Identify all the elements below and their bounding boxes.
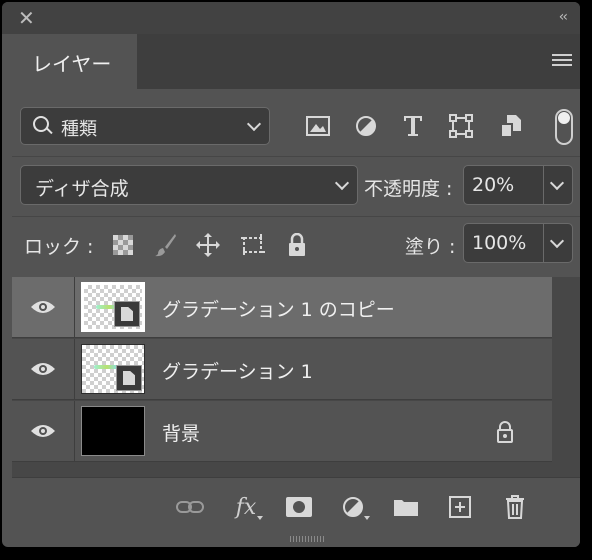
smart-object-badge-icon [114, 301, 140, 327]
collapse-icon[interactable]: ‹‹ [559, 9, 568, 25]
lock-all-icon[interactable] [284, 232, 310, 258]
group-icon[interactable] [391, 492, 421, 522]
filter-kind-select[interactable]: 種類 [20, 107, 270, 145]
layer-name[interactable]: 背景 [162, 419, 200, 446]
adjustment-filter-icon[interactable] [353, 113, 379, 139]
type-filter-icon[interactable] [400, 113, 426, 139]
layer-lock-icon [497, 421, 513, 443]
opacity-value[interactable]: 20% [472, 174, 514, 196]
smart-object-filter-icon[interactable] [498, 113, 524, 139]
fill-label: 塗り : [405, 236, 456, 258]
chevron-down-icon[interactable] [549, 233, 565, 249]
chevron-down-icon [246, 116, 262, 132]
fill-field[interactable]: 100% [463, 223, 573, 263]
fill-value[interactable]: 100% [472, 232, 526, 254]
lock-artboard-icon[interactable] [240, 232, 266, 258]
tab-layers[interactable]: レイヤー [12, 34, 137, 89]
close-icon[interactable]: ✕ [18, 8, 35, 28]
blend-mode-value: ディザ合成 [35, 178, 129, 200]
lock-label: ロック : [24, 236, 94, 258]
image-filter-icon[interactable] [305, 113, 331, 139]
chevron-down-icon [334, 175, 350, 191]
new-layer-icon[interactable] [445, 492, 475, 522]
fx-icon[interactable]: fx [231, 492, 263, 522]
blend-mode-select[interactable]: ディザ合成 [20, 165, 358, 205]
tab-strip: レイヤー [12, 34, 580, 89]
panel-titlebar: ✕ ‹‹ [2, 2, 580, 34]
layer-thumbnail[interactable] [81, 344, 145, 394]
resize-grip[interactable] [290, 536, 324, 542]
layers-scrollbar[interactable] [552, 277, 580, 477]
mask-icon[interactable] [284, 492, 314, 522]
shape-filter-icon[interactable] [448, 113, 474, 139]
layer-row[interactable]: 背景 [12, 401, 552, 462]
lock-image-icon[interactable] [153, 232, 179, 258]
adjustment-layer-icon[interactable] [338, 492, 370, 522]
tab-layers-label: レイヤー [32, 52, 112, 76]
filter-toggle[interactable] [555, 109, 573, 145]
visibility-eye-icon[interactable] [30, 360, 56, 378]
search-icon [33, 116, 49, 132]
layer-row[interactable]: グラデーション 1 のコピー [12, 277, 552, 338]
opacity-field[interactable]: 20% [463, 165, 573, 205]
panel-menu-icon[interactable] [552, 54, 572, 68]
layer-name[interactable]: グラデーション 1 [162, 357, 313, 384]
smart-object-badge-icon [116, 365, 142, 391]
layer-name[interactable]: グラデーション 1 のコピー [162, 295, 395, 322]
layer-row[interactable]: グラデーション 1 [12, 339, 552, 400]
layer-thumbnail[interactable] [81, 282, 145, 332]
layers-list: グラデーション 1 のコピー グラデーション 1 背景 [12, 277, 580, 477]
layers-panel: ✕ ‹‹ レイヤー 種類 ディザ合成 不透明度: 20% ロック: 塗り:… [2, 2, 580, 547]
link-icon[interactable] [175, 492, 205, 522]
panel-footer: fx [12, 477, 580, 547]
trash-icon[interactable] [500, 492, 530, 522]
opacity-label: 不透明度 : [364, 178, 453, 200]
layer-thumbnail[interactable] [81, 406, 145, 456]
visibility-eye-icon[interactable] [30, 298, 56, 316]
filter-kind-label: 種類 [61, 119, 97, 140]
lock-transparent-icon[interactable] [110, 232, 136, 258]
lock-position-icon[interactable] [195, 232, 221, 258]
visibility-eye-icon[interactable] [30, 422, 56, 440]
chevron-down-icon[interactable] [549, 175, 565, 191]
